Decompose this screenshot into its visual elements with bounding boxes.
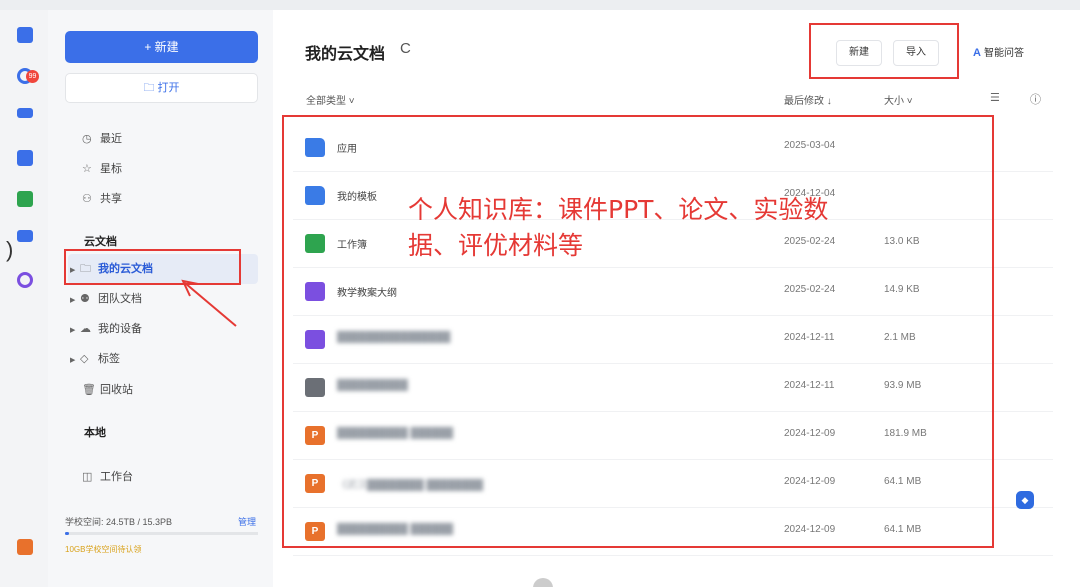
nav-my-devices-label: 我的设备 (98, 323, 142, 335)
nav-starred[interactable]: ☆ 星标 (82, 160, 122, 178)
nav-shared[interactable]: ⚇ 共享 (82, 190, 122, 208)
nav-team-docs-label: 团队文档 (98, 293, 142, 305)
star-icon: ☆ (82, 163, 92, 175)
gift-app-icon[interactable] (17, 539, 33, 555)
open-button[interactable]: 🗀 打开 (65, 73, 258, 103)
trash-icon: 🗑 (82, 384, 96, 396)
ai-logo-icon: A (973, 47, 981, 59)
cloud-docs-section-heading: 云文档 (84, 236, 117, 248)
chat-app-icon[interactable] (17, 230, 33, 242)
storage-usage-label: 学校空间: 24.5TB / 15.3PB (65, 517, 173, 527)
workbench-icon: ◫ (82, 471, 93, 483)
top-strip (0, 0, 1080, 10)
storage-manage-link[interactable]: 管理 (238, 515, 256, 528)
sort-size-header[interactable]: 大小 ˅ (884, 92, 913, 107)
new-button[interactable]: + 新建 (65, 31, 258, 63)
annotation-box-header-buttons (809, 23, 959, 79)
clock-icon: ◷ (82, 133, 92, 145)
nav-recycle-bin[interactable]: 🗑 回收站 (82, 381, 133, 399)
nav-tags[interactable]: ▶ ◇ 标签 (70, 350, 120, 368)
annotation-box-file-list (282, 115, 994, 548)
annotation-text: 个人知识库：课件PPT、论文、实验数据、评优材料等 (408, 195, 829, 260)
view-toggle-icon[interactable]: ☰ (990, 91, 1000, 104)
nav-team-docs[interactable]: ▶ ⚉ 团队文档 (70, 290, 142, 308)
sidebar: + 新建 🗀 打开 ◷ 最近 ☆ 星标 ⚇ 共享 云文档 ▶ 🗀 我的云文档 ▶ ⚉ 团队文档… (48, 10, 273, 587)
nav-starred-label: 星标 (100, 163, 122, 175)
type-filter-dropdown[interactable]: 全部类型 ˅ (306, 92, 355, 107)
nav-shared-label: 共享 (100, 193, 122, 205)
nav-workbench[interactable]: ◫ 工作台 (82, 468, 133, 486)
open-button-label: 打开 (157, 82, 180, 94)
collapse-handle-icon[interactable]: ) (6, 237, 13, 263)
local-section-heading: 本地 (84, 427, 106, 439)
page-title: 我的云文档 (305, 46, 386, 63)
nav-tags-label: 标签 (98, 353, 120, 365)
nav-recycle-bin-label: 回收站 (100, 384, 133, 396)
refresh-icon[interactable]: C (400, 40, 411, 57)
floating-assistant-button[interactable]: ◆ (1016, 491, 1034, 509)
app-icon-rail: 99 (0, 10, 48, 587)
ai-qa-button[interactable]: A 智能问答 (973, 44, 1024, 59)
share-icon: ⚇ (82, 193, 92, 205)
storage-claim-note[interactable]: 10GB学校空间待认领 (65, 544, 141, 555)
info-icon[interactable]: ⓘ (1030, 91, 1041, 107)
calendar-app-icon[interactable] (17, 150, 33, 166)
nav-workbench-label: 工作台 (100, 471, 133, 483)
expand-caret-icon[interactable]: ▶ (70, 292, 80, 310)
tag-icon: ◇ (80, 353, 89, 365)
annotation-box-my-cloud-docs (64, 249, 241, 285)
team-icon: ⚉ (80, 293, 90, 305)
ai-qa-label: 智能问答 (983, 48, 1024, 59)
docs-app-icon[interactable] (17, 27, 33, 43)
expand-caret-icon[interactable]: ▶ (70, 352, 80, 370)
nav-recent[interactable]: ◷ 最近 (82, 130, 122, 148)
search-app-icon[interactable] (17, 272, 33, 288)
notification-badge: 99 (26, 70, 39, 83)
nav-my-devices[interactable]: ▶ ☁ 我的设备 (70, 320, 142, 338)
meeting-app-icon[interactable] (17, 108, 33, 118)
storage-progress-fill (65, 532, 69, 535)
expand-caret-icon[interactable]: ▶ (70, 322, 80, 340)
sheets-app-icon[interactable] (17, 191, 33, 207)
cloud-device-icon: ☁ (80, 323, 91, 335)
folder-open-icon: 🗀 (143, 82, 158, 94)
nav-recent-label: 最近 (100, 133, 122, 145)
sort-modified-header[interactable]: 最后修改 ↓ (784, 92, 832, 107)
storage-progress-bar (65, 532, 258, 535)
